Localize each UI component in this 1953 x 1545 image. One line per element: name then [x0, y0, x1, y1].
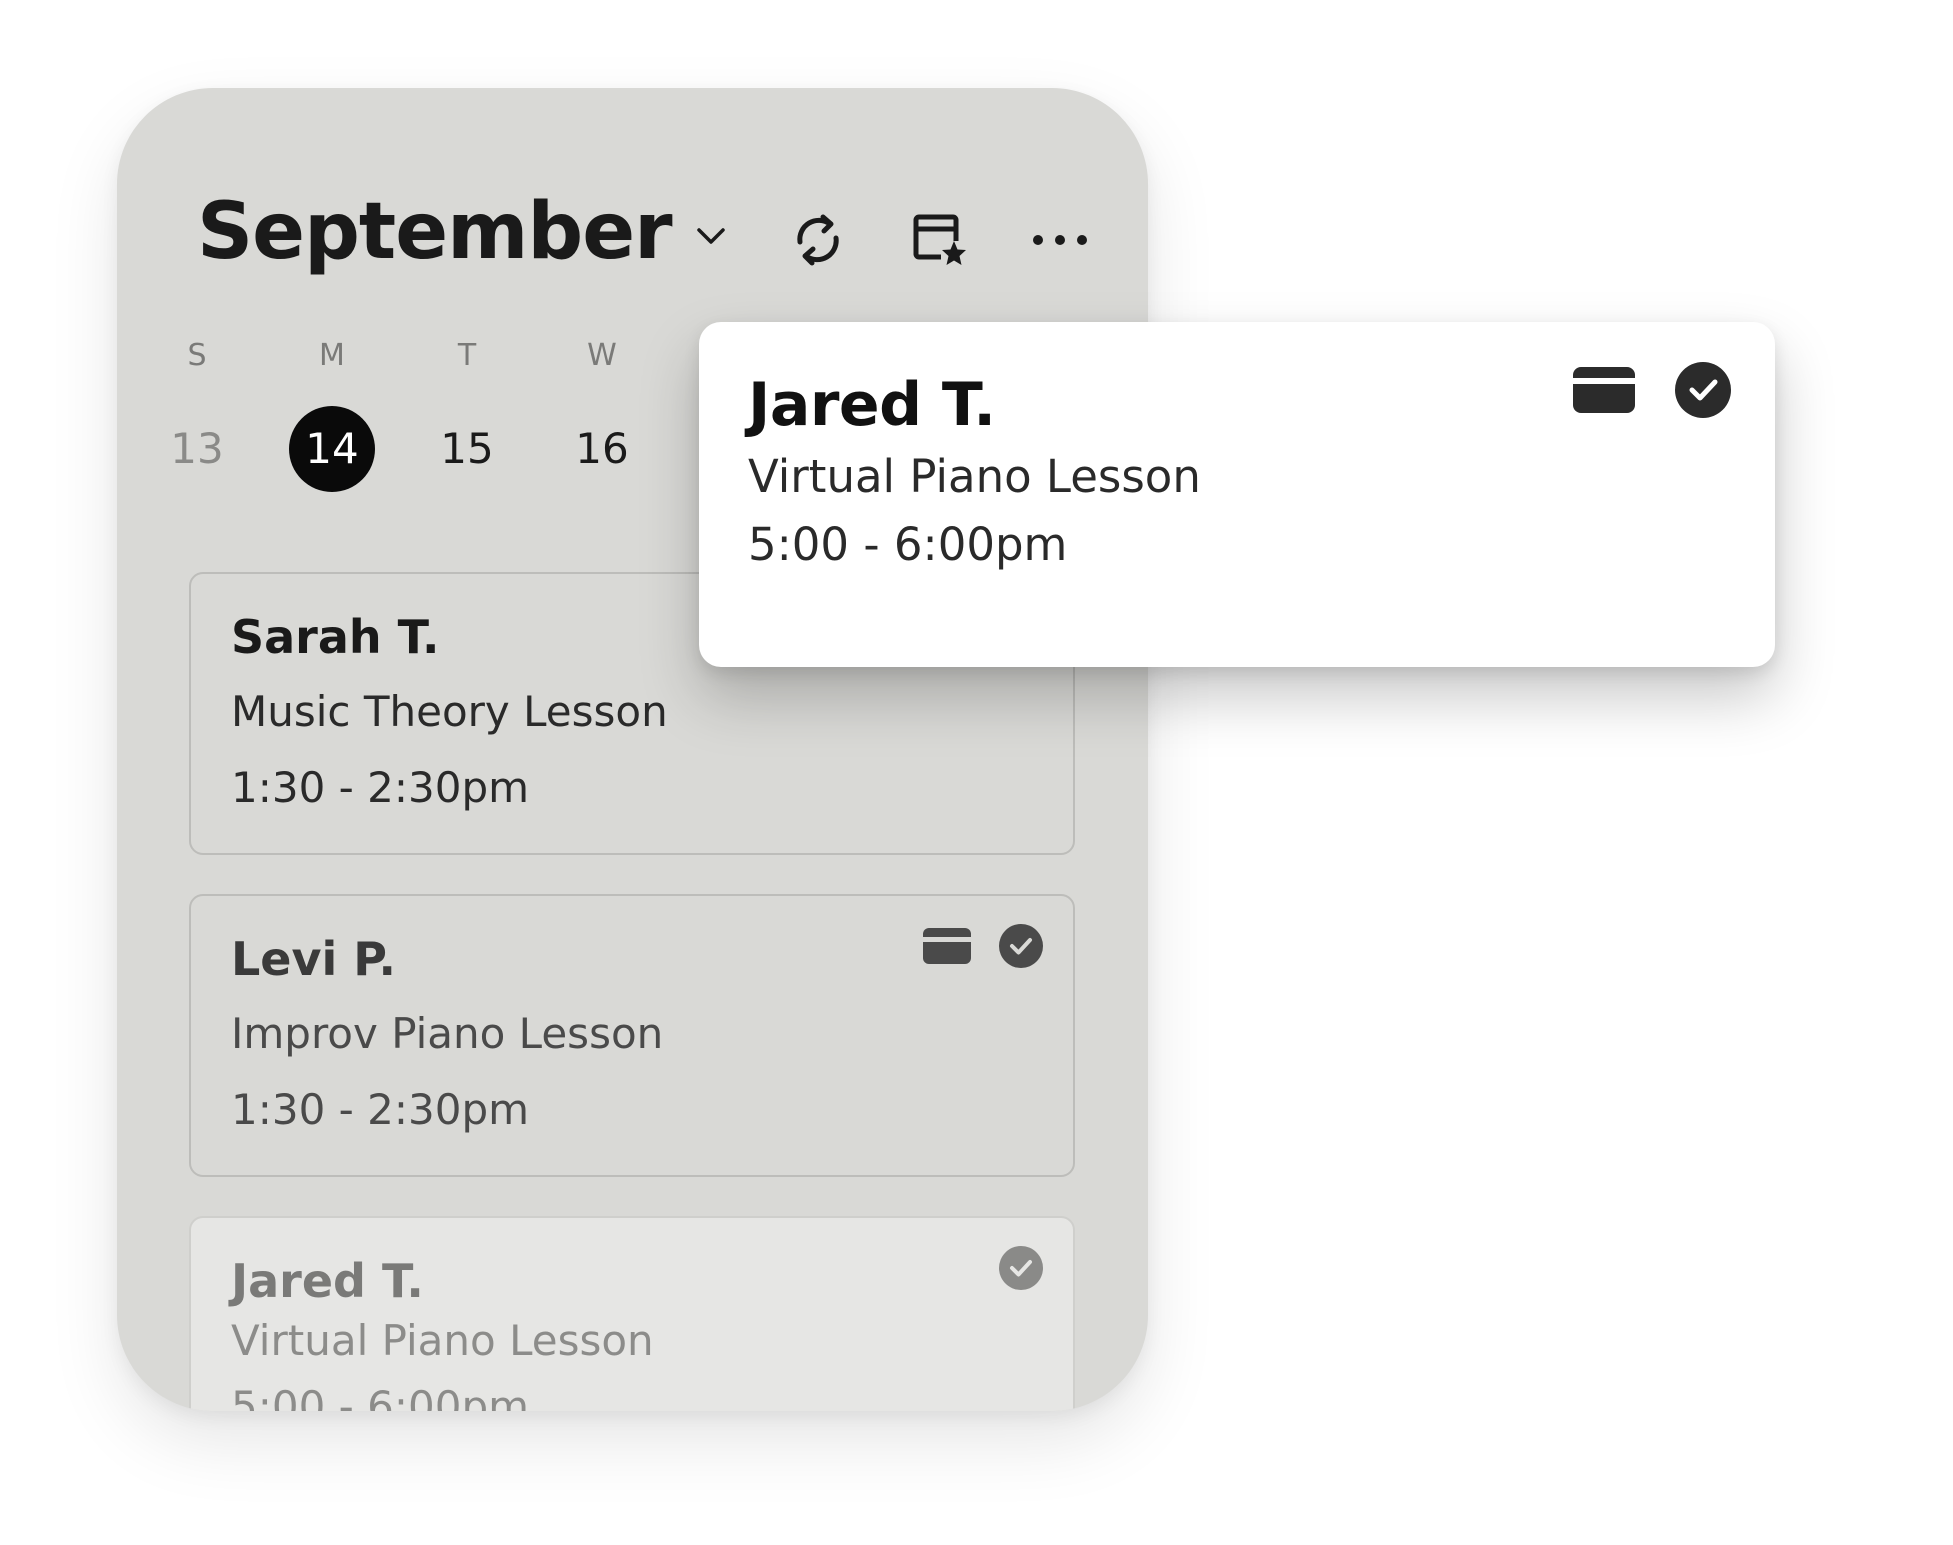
- selected-day-number[interactable]: 14: [289, 406, 375, 492]
- appointment-card[interactable]: Jared T. Virtual Piano Lesson 5:00 - 6:0…: [189, 1216, 1075, 1411]
- calendar-star-icon[interactable]: [908, 208, 972, 272]
- weekday-label: M: [319, 338, 345, 373]
- check-circle-icon: [999, 924, 1043, 972]
- month-title: September: [197, 187, 673, 277]
- calendar-panel: September S 13 M 14 T 15 W 16 Sarah T. M…: [117, 88, 1148, 1411]
- client-name: Levi P.: [231, 932, 397, 986]
- lesson-time: 5:00 - 6:00pm: [231, 1382, 530, 1411]
- more-horizontal-icon[interactable]: [1028, 208, 1092, 272]
- appointment-card[interactable]: Levi P. Improv Piano Lesson 1:30 - 2:30p…: [189, 894, 1075, 1177]
- popup-client-name: Jared T.: [748, 370, 996, 440]
- day-number[interactable]: 13: [154, 406, 240, 492]
- weekday-label: T: [457, 338, 477, 373]
- credit-card-icon: [923, 928, 971, 968]
- client-name: Sarah T.: [231, 610, 440, 664]
- sync-icon[interactable]: [786, 208, 850, 272]
- lesson-type: Improv Piano Lesson: [231, 1009, 664, 1058]
- check-circle-icon[interactable]: [1675, 362, 1731, 422]
- popup-lesson-type: Virtual Piano Lesson: [748, 450, 1201, 503]
- lesson-time: 1:30 - 2:30pm: [231, 763, 530, 812]
- popup-lesson-time: 5:00 - 6:00pm: [748, 518, 1068, 571]
- client-name: Jared T.: [231, 1254, 424, 1308]
- day-column-wednesday[interactable]: W 16: [552, 338, 652, 492]
- lesson-type: Music Theory Lesson: [231, 687, 668, 736]
- status-icons: [999, 1246, 1043, 1294]
- day-column-monday[interactable]: M 14: [282, 338, 382, 492]
- check-circle-icon: [999, 1246, 1043, 1294]
- chevron-down-icon[interactable]: [694, 219, 728, 253]
- day-number[interactable]: 15: [424, 406, 510, 492]
- day-number[interactable]: 16: [559, 406, 645, 492]
- status-icons: [923, 924, 1043, 972]
- stage: September S 13 M 14 T 15 W 16 Sarah T. M…: [0, 0, 1953, 1545]
- appointment-popup[interactable]: Jared T. Virtual Piano Lesson 5:00 - 6:0…: [699, 322, 1775, 667]
- lesson-time: 1:30 - 2:30pm: [231, 1085, 530, 1134]
- month-selector[interactable]: September: [197, 193, 728, 271]
- popup-status-icons: [1573, 362, 1731, 422]
- credit-card-icon[interactable]: [1573, 367, 1635, 417]
- lesson-type: Virtual Piano Lesson: [231, 1316, 654, 1365]
- weekday-label: W: [587, 338, 617, 373]
- day-column-sunday[interactable]: S 13: [147, 338, 247, 492]
- day-column-tuesday[interactable]: T 15: [417, 338, 517, 492]
- weekday-label: S: [187, 338, 207, 373]
